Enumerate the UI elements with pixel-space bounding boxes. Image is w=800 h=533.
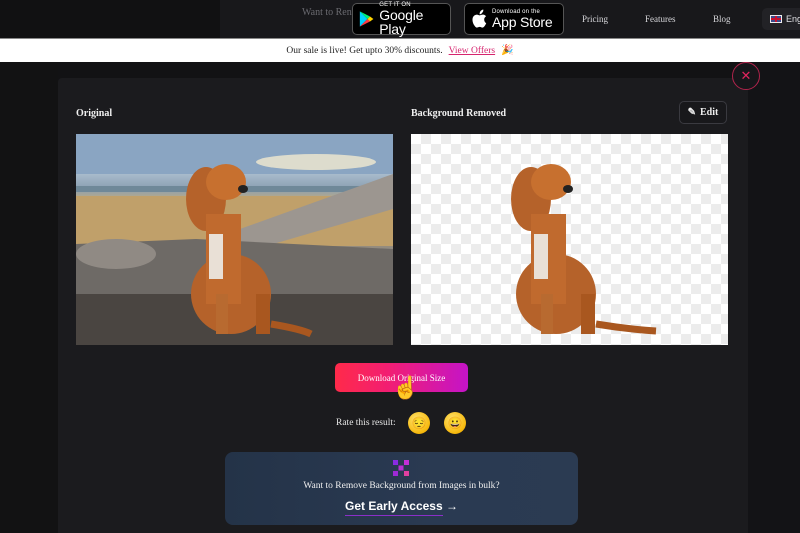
edit-button[interactable]: ✎ Edit [679,101,727,124]
dog-cutout [511,164,657,335]
sale-text: Our sale is live! Get upto 30% discounts… [286,45,443,56]
app-store-button[interactable]: Download on the App Store [464,3,564,35]
original-photo-scene [76,134,393,345]
original-label: Original [76,108,113,119]
language-selector[interactable]: Eng [762,8,800,30]
pencil-icon: ✎ [687,107,697,118]
left-backdrop [0,62,58,533]
google-play-button[interactable]: GET IT ON Google Play [352,2,451,37]
uk-flag-icon [770,15,782,23]
happy-face-rating-button[interactable]: 😀 [444,412,466,434]
apple-icon [472,9,487,28]
view-offers-link[interactable]: View Offers [449,46,495,56]
sad-face-rating-button[interactable]: 😔 [408,412,430,434]
get-early-access-label: Get Early Access [345,499,443,516]
bulk-question: Want to Remove Background from Images in… [303,481,500,491]
teaser-text: Want to Ren [302,7,352,18]
hand-cursor-icon: ☝ [392,375,420,400]
navbar-left-area [0,0,220,38]
original-image [76,134,393,345]
background-removed-label: Background Removed [411,108,507,119]
language-label: Eng [786,14,800,24]
bulk-logo-icon [393,460,409,476]
google-play-big: Google Play [379,7,424,37]
sale-banner: Our sale is live! Get upto 30% discounts… [0,38,800,62]
get-early-access-link[interactable]: Get Early Access → [225,499,578,516]
edit-label: Edit [700,107,719,118]
nav-blog[interactable]: Blog [713,14,731,24]
bulk-removal-card: Want to Remove Background from Images in… [225,452,578,525]
rate-label: Rate this result: [336,418,396,428]
nav-pricing[interactable]: Pricing [582,14,608,24]
nav-features[interactable]: Features [645,14,676,24]
arrow-right-icon: → [445,499,458,513]
close-icon: ✕ [740,68,752,83]
app-store-big: App Store [492,14,553,30]
close-button[interactable]: ✕ [732,62,760,90]
background-removed-image [411,134,728,345]
party-popper-icon: 🎉 [501,45,514,56]
right-backdrop [748,62,800,533]
google-play-icon [359,11,374,27]
